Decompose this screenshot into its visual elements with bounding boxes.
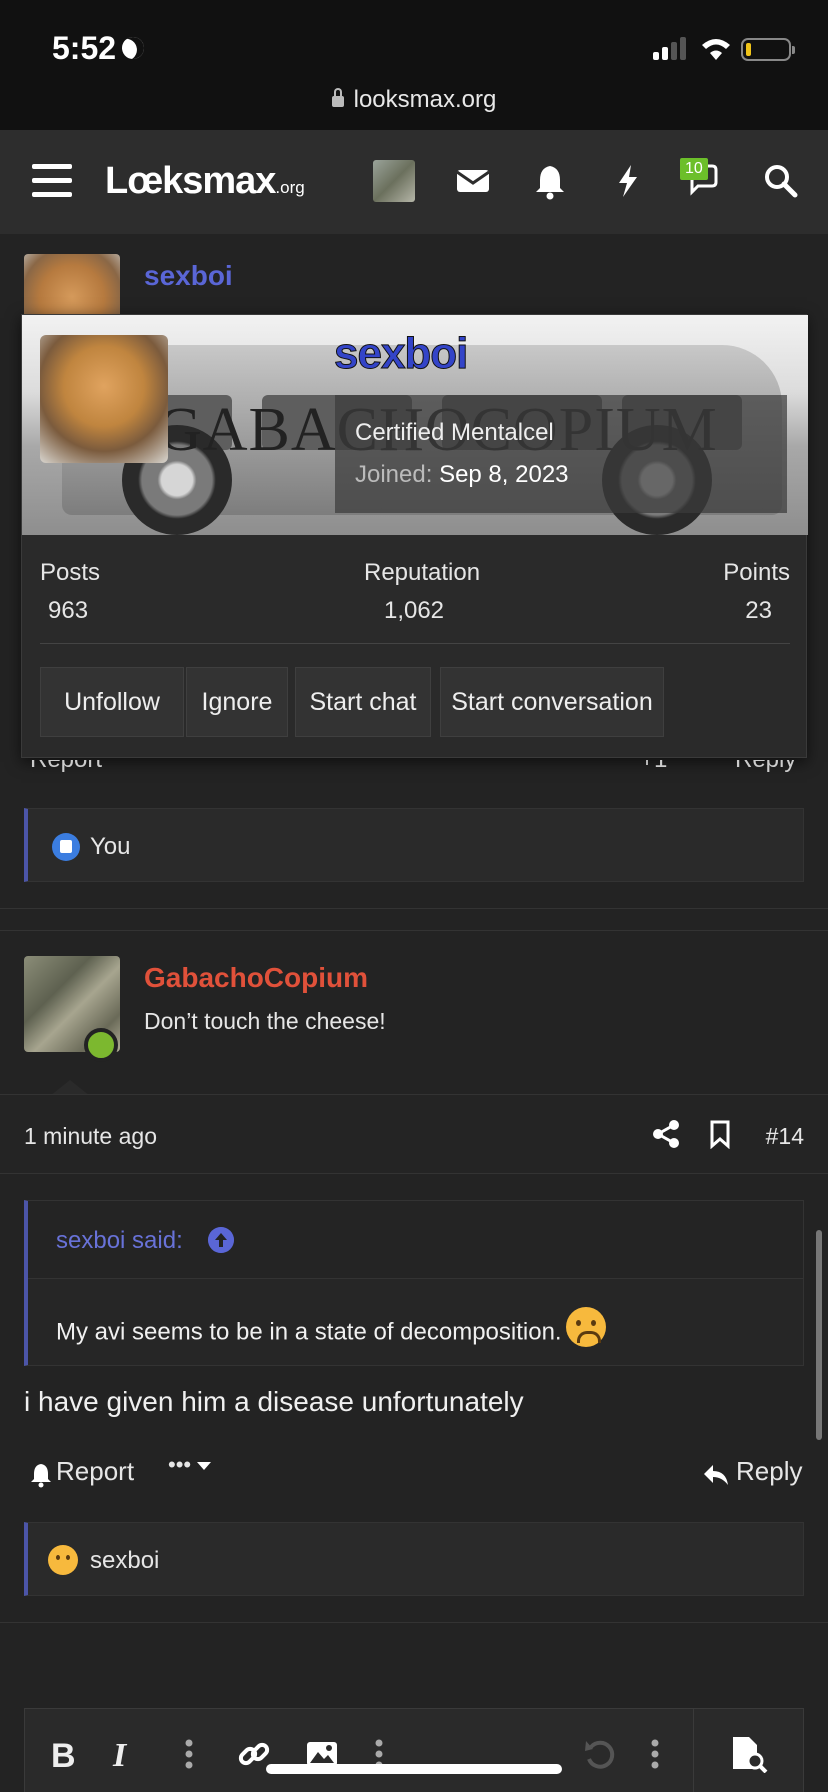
more-options-button[interactable]: •••	[168, 1452, 212, 1478]
plus-one-count: +1	[640, 746, 668, 773]
post-meta: 1 minute ago #14	[0, 1094, 828, 1174]
lightning-icon[interactable]	[609, 162, 647, 200]
url-text: looksmax.org	[353, 86, 497, 113]
reaction-users[interactable]: You	[90, 833, 131, 861]
share-icon[interactable]	[652, 1119, 680, 1149]
popup-user-info: Certified Mentalcel Joined: Sep 8, 2023	[335, 395, 787, 513]
start-conversation-button[interactable]: Start conversation	[440, 667, 664, 737]
bell-icon[interactable]	[531, 162, 569, 200]
envelope-icon[interactable]	[454, 162, 492, 200]
post-actions-covered: Report +1 Reply	[0, 740, 828, 773]
frown-emoji-icon	[565, 1307, 606, 1347]
reactions-bar[interactable]: You	[24, 808, 804, 882]
popup-stats: Posts 963 Reputation 1,062 Points 23	[40, 559, 790, 629]
divider	[0, 1622, 828, 1623]
divider	[693, 1709, 694, 1792]
reaction-users[interactable]: sexboi	[90, 1547, 159, 1575]
home-indicator[interactable]	[266, 1764, 562, 1774]
bold-button[interactable]: B	[51, 1737, 76, 1776]
stat-reputation[interactable]: Reputation 1,062	[364, 559, 480, 625]
quote-block: sexboi said: My avi seems to be in a sta…	[24, 1200, 804, 1366]
moon-icon	[118, 32, 149, 63]
report-link[interactable]: Report	[56, 1456, 134, 1487]
quote-attribution[interactable]: sexboi said:	[56, 1227, 183, 1255]
quote-header[interactable]: sexboi said:	[28, 1201, 803, 1279]
post-username[interactable]: GabachoCopium	[144, 962, 368, 994]
menu-icon[interactable]	[32, 164, 72, 198]
battery-icon	[741, 38, 795, 61]
reply-link[interactable]: Reply	[735, 760, 796, 774]
popup-avatar[interactable]	[40, 335, 168, 463]
post-username[interactable]: sexboi	[144, 260, 233, 292]
post-actions: Report ••• Reply	[0, 1452, 828, 1496]
post-number[interactable]: #14	[766, 1123, 804, 1150]
chevron-down-icon	[197, 1462, 212, 1471]
profile-banner: GABACHOCOPIUM sexboi Certified Mentalcel…	[22, 315, 808, 535]
italic-button[interactable]: I	[113, 1737, 126, 1775]
reactions-bar[interactable]: sexboi	[24, 1522, 804, 1596]
like-icon	[52, 833, 80, 861]
stat-points[interactable]: Points 23	[723, 559, 790, 625]
account-avatar[interactable]	[373, 160, 415, 202]
site-logo[interactable]: Lœksmax.org	[105, 160, 305, 203]
user-title: Don’t touch the cheese!	[144, 1008, 386, 1034]
reply-icon	[704, 1465, 728, 1485]
arrow-up-icon[interactable]	[208, 1227, 234, 1253]
cellular-signal-icon	[653, 36, 689, 60]
reply-link[interactable]: Reply	[736, 1456, 802, 1487]
wifi-icon	[702, 39, 730, 60]
divider	[0, 930, 828, 931]
ignore-button[interactable]: Ignore	[186, 667, 288, 737]
bell-icon	[31, 1464, 51, 1488]
editor-toolbar: B I	[24, 1708, 804, 1792]
divider	[40, 643, 790, 644]
popup-username[interactable]: sexboi	[333, 329, 468, 379]
start-chat-button[interactable]: Start chat	[295, 667, 431, 737]
popup-user-title: Certified Mentalcel	[355, 419, 554, 446]
online-indicator	[84, 1028, 118, 1062]
chat-badge: 10	[680, 158, 708, 180]
preview-icon[interactable]	[729, 1735, 769, 1773]
status-time: 5:52	[52, 30, 149, 67]
address-bar[interactable]: looksmax.org	[0, 86, 828, 114]
search-icon[interactable]	[762, 162, 800, 200]
report-link[interactable]: Report	[30, 760, 102, 774]
stat-posts[interactable]: Posts 963	[40, 559, 100, 625]
unfollow-button[interactable]: Unfollow	[40, 667, 184, 737]
more-vertical-icon[interactable]	[651, 1739, 659, 1769]
scrollbar[interactable]	[816, 1230, 822, 1440]
lock-icon	[331, 88, 344, 107]
bookmark-icon[interactable]	[708, 1119, 732, 1149]
post-body: i have given him a disease unfortunately	[24, 1386, 524, 1417]
divider	[0, 908, 828, 909]
more-vertical-icon[interactable]	[185, 1739, 193, 1769]
popup-joined: Joined: Sep 8, 2023	[355, 461, 569, 488]
sad-reaction-icon	[48, 1545, 78, 1575]
member-tooltip: GABACHOCOPIUM sexboi Certified Mentalcel…	[21, 314, 808, 758]
undo-icon[interactable]	[583, 1737, 617, 1771]
post-time[interactable]: 1 minute ago	[24, 1123, 157, 1150]
status-bar: 5:52 looksmax.org	[0, 0, 828, 130]
site-header: Lœksmax.org	[0, 130, 828, 234]
quote-text: My avi seems to be in a state of decompo…	[56, 1307, 606, 1353]
